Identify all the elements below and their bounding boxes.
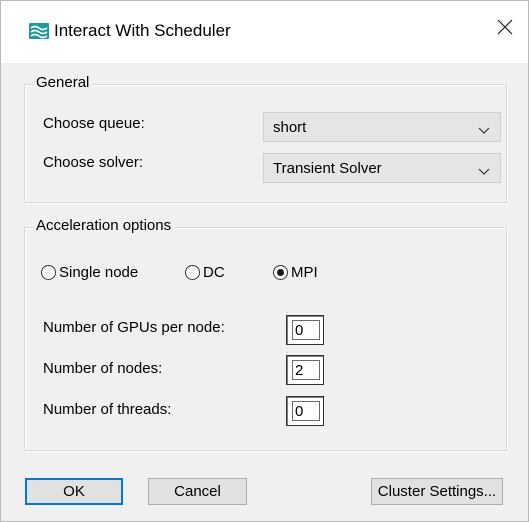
acceleration-group: Acceleration options Single node DC MPI … — [24, 217, 507, 451]
radio-single-node-circle[interactable] — [41, 265, 56, 280]
radio-mpi-circle[interactable] — [273, 265, 288, 280]
scheduler-dialog: Interact With Scheduler General Choose q… — [0, 0, 529, 522]
gpus-field — [286, 315, 324, 345]
radio-dc-label: DC — [203, 264, 225, 281]
close-button[interactable] — [482, 5, 528, 53]
general-legend: General — [33, 74, 93, 91]
radio-mpi-label: MPI — [291, 264, 318, 281]
radio-mpi[interactable]: MPI — [273, 264, 318, 281]
solver-select[interactable]: Transient Solver — [263, 153, 501, 183]
queue-label: Choose queue: — [43, 115, 145, 132]
queue-value: short — [273, 119, 307, 136]
chevron-down-icon — [478, 163, 490, 180]
nodes-label: Number of nodes: — [43, 360, 163, 377]
nodes-input[interactable] — [292, 360, 320, 380]
solver-value: Transient Solver — [273, 160, 382, 177]
scheduler-app-icon — [29, 23, 49, 39]
close-icon — [497, 19, 513, 39]
threads-label: Number of threads: — [43, 401, 172, 418]
queue-select[interactable]: short — [263, 112, 501, 142]
threads-field — [286, 396, 324, 426]
title-bar: Interact With Scheduler — [1, 1, 528, 63]
threads-input[interactable] — [292, 401, 320, 421]
ok-button[interactable]: OK — [25, 478, 123, 505]
radio-dc-circle[interactable] — [185, 265, 200, 280]
chevron-down-icon — [478, 122, 490, 139]
cluster-settings-button[interactable]: Cluster Settings... — [371, 478, 503, 505]
general-group: General Choose queue: short Choose solve… — [24, 74, 507, 203]
gpus-input[interactable] — [292, 320, 320, 340]
solver-label: Choose solver: — [43, 154, 144, 171]
radio-single-node[interactable]: Single node — [41, 264, 138, 281]
radio-single-node-label: Single node — [59, 264, 139, 281]
cancel-button[interactable]: Cancel — [148, 478, 247, 505]
acceleration-legend: Acceleration options — [33, 217, 175, 234]
window-title: Interact With Scheduler — [54, 21, 231, 40]
gpus-label: Number of GPUs per node: — [43, 319, 225, 336]
nodes-field — [286, 355, 324, 385]
radio-dc[interactable]: DC — [185, 264, 225, 281]
